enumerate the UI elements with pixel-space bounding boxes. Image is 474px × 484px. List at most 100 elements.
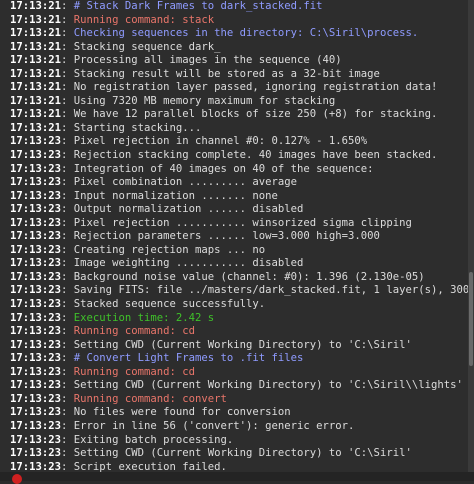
log-message: Output normalization ...... disabled bbox=[73, 203, 304, 216]
log-timestamp: 17:13:23 bbox=[10, 216, 62, 229]
log-line: 17:13:21: Running command: stack bbox=[10, 13, 215, 26]
log-timestamp: 17:13:21 bbox=[10, 121, 62, 134]
log-message: Image weighting ........... disabled bbox=[73, 257, 304, 270]
log-timestamp: 17:13:23 bbox=[10, 311, 62, 324]
log-message: Stacking sequence dark_ bbox=[73, 40, 221, 53]
log-timestamp: 17:13:23 bbox=[10, 325, 62, 338]
log-timestamp: 17:13:21 bbox=[10, 108, 62, 121]
scrollbar-thumb[interactable] bbox=[469, 272, 473, 366]
log-timestamp: 17:13:23 bbox=[10, 203, 62, 216]
log-message: Pixel combination ......... average bbox=[73, 176, 298, 189]
log-message: Rejection stacking complete. 40 images h… bbox=[73, 149, 438, 162]
log-timestamp: 17:13:23 bbox=[10, 270, 62, 283]
log-line: 17:13:23: Error in line 56 ('convert'): … bbox=[10, 419, 355, 432]
log-message: Checking sequences in the directory: C:\… bbox=[73, 27, 419, 40]
log-line: 17:13:23: Pixel rejection in channel #0:… bbox=[10, 135, 368, 148]
log-timestamp: 17:13:21 bbox=[10, 13, 62, 26]
log-timestamp: 17:13:23 bbox=[10, 338, 62, 351]
log-line: 17:13:23: Output normalization ...... di… bbox=[10, 203, 304, 216]
log-timestamp: 17:13:23 bbox=[10, 243, 62, 256]
log-timestamp: 17:13:23 bbox=[10, 419, 62, 432]
log-message: Pixel rejection in channel #0: 0.127% - … bbox=[73, 135, 368, 148]
log-timestamp: 17:13:23 bbox=[10, 406, 62, 419]
log-message: Integration of 40 images on 40 of the se… bbox=[73, 162, 374, 175]
log-message: Saving FITS: file ../masters/dark_stacke… bbox=[73, 284, 468, 297]
log-message: Stacking result will be stored as a 32-b… bbox=[73, 67, 380, 80]
log-timestamp: 17:13:23 bbox=[10, 176, 62, 189]
log-line: 17:13:23: Pixel combination ......... av… bbox=[10, 176, 298, 189]
log-line: 17:13:23: Running command: cd bbox=[10, 365, 195, 378]
log-line: 17:13:21: Stacking result will be stored… bbox=[10, 67, 380, 80]
vertical-scrollbar[interactable] bbox=[468, 0, 474, 472]
log-line: 17:13:23: Pixel rejection ........... wi… bbox=[10, 216, 412, 229]
log-line: 17:13:23: Integration of 40 images on 40… bbox=[10, 162, 374, 175]
log-line: 17:13:23: Execution time: 2.42 s bbox=[10, 311, 215, 324]
log-message: # Stack Dark Frames to dark_stacked.fit bbox=[73, 0, 323, 12]
log-timestamp: 17:13:23 bbox=[10, 230, 62, 243]
log-timestamp: 17:13:23 bbox=[10, 149, 62, 162]
log-line: 17:13:23: Image weighting ........... di… bbox=[10, 257, 304, 270]
log-timestamp: 17:13:23 bbox=[10, 162, 62, 175]
log-timestamp: 17:13:23 bbox=[10, 392, 62, 405]
log-line: 17:13:21: No registration layer passed, … bbox=[10, 81, 438, 94]
log-line: 17:13:21: Processing all images in the s… bbox=[10, 54, 342, 67]
log-line: 17:13:23: Rejection stacking complete. 4… bbox=[10, 149, 438, 162]
log-message: Script execution failed. bbox=[73, 460, 227, 472]
log-line: 17:13:23: Setting CWD (Current Working D… bbox=[10, 447, 412, 460]
log-message: Using 7320 MB memory maximum for stackin… bbox=[73, 94, 336, 107]
log-timestamp: 17:13:21 bbox=[10, 27, 62, 40]
log-line: 17:13:23: Creating rejection maps ... no bbox=[10, 243, 266, 256]
log-line: 17:13:23: Background noise value (channe… bbox=[10, 270, 425, 283]
log-timestamp: 17:13:21 bbox=[10, 94, 62, 107]
log-timestamp: 17:13:23 bbox=[10, 379, 62, 392]
log-message: Background noise value (channel: #0): 1.… bbox=[73, 270, 425, 283]
log-message: Execution time: 2.42 s bbox=[73, 311, 215, 324]
log-line: 17:13:21: Using 7320 MB memory maximum f… bbox=[10, 94, 336, 107]
console-log[interactable]: 17:13:21: # Stack Dark Frames to dark_st… bbox=[0, 0, 468, 472]
log-timestamp: 17:13:23 bbox=[10, 284, 62, 297]
log-line: 17:13:23: # Convert Light Frames to .fit… bbox=[10, 352, 304, 365]
log-message: No registration layer passed, ignoring r… bbox=[73, 81, 438, 94]
log-timestamp: 17:13:23 bbox=[10, 352, 62, 365]
log-message: Processing all images in the sequence (4… bbox=[73, 54, 342, 67]
log-timestamp: 17:13:23 bbox=[10, 433, 62, 446]
log-timestamp: 17:13:21 bbox=[10, 81, 62, 94]
log-timestamp: 17:13:23 bbox=[10, 135, 62, 148]
log-message: No files were found for conversion bbox=[73, 406, 291, 419]
log-line: 17:13:23: Input normalization ....... no… bbox=[10, 189, 278, 202]
log-message: Error in line 56 ('convert'): generic er… bbox=[73, 419, 355, 432]
log-line: 17:13:23: Running command: convert bbox=[10, 392, 227, 405]
log-message: Pixel rejection ........... winsorized s… bbox=[73, 216, 412, 229]
log-line: 17:13:23: Saving FITS: file ../masters/d… bbox=[0, 284, 468, 298]
log-timestamp: 17:13:21 bbox=[10, 67, 62, 80]
log-line: 17:13:23: Stacked sequence successfully. bbox=[10, 298, 266, 311]
log-line: 17:13:23: Script execution failed. bbox=[10, 460, 227, 472]
log-message: Running command: stack bbox=[73, 13, 215, 26]
status-bar bbox=[0, 472, 474, 481]
log-timestamp: 17:13:23 bbox=[10, 447, 62, 460]
log-line: 17:13:23: No files were found for conver… bbox=[10, 406, 291, 419]
record-icon[interactable] bbox=[12, 474, 22, 484]
log-line: 17:13:23: Running command: cd bbox=[10, 325, 195, 338]
log-timestamp: 17:13:23 bbox=[10, 257, 62, 270]
log-line: 17:13:21: We have 12 parallel blocks of … bbox=[10, 108, 438, 121]
log-message: Exiting batch processing. bbox=[73, 433, 234, 446]
log-message: Stacked sequence successfully. bbox=[73, 298, 266, 311]
log-line: 17:13:21: Starting stacking... bbox=[10, 121, 202, 134]
log-timestamp: 17:13:21 bbox=[10, 0, 62, 12]
log-timestamp: 17:13:23 bbox=[10, 189, 62, 202]
log-message: Input normalization ....... none bbox=[73, 189, 278, 202]
log-line: 17:13:21: Stacking sequence dark_ bbox=[10, 40, 221, 53]
log-line: 17:13:23: Setting CWD (Current Working D… bbox=[10, 379, 463, 392]
log-timestamp: 17:13:21 bbox=[10, 40, 62, 53]
log-line: 17:13:23: Rejection parameters ...... lo… bbox=[10, 230, 380, 243]
log-line: 17:13:21: # Stack Dark Frames to dark_st… bbox=[10, 0, 323, 12]
log-message: Setting CWD (Current Working Directory) … bbox=[73, 379, 463, 392]
log-message: Running command: cd bbox=[73, 365, 195, 378]
log-message: Creating rejection maps ... no bbox=[73, 243, 266, 256]
log-timestamp: 17:13:23 bbox=[10, 298, 62, 311]
log-message: Running command: convert bbox=[73, 392, 227, 405]
log-message: We have 12 parallel blocks of size 250 (… bbox=[73, 108, 438, 121]
log-message: Starting stacking... bbox=[73, 121, 202, 134]
log-message: Rejection parameters ...... low=3.000 hi… bbox=[73, 230, 380, 243]
